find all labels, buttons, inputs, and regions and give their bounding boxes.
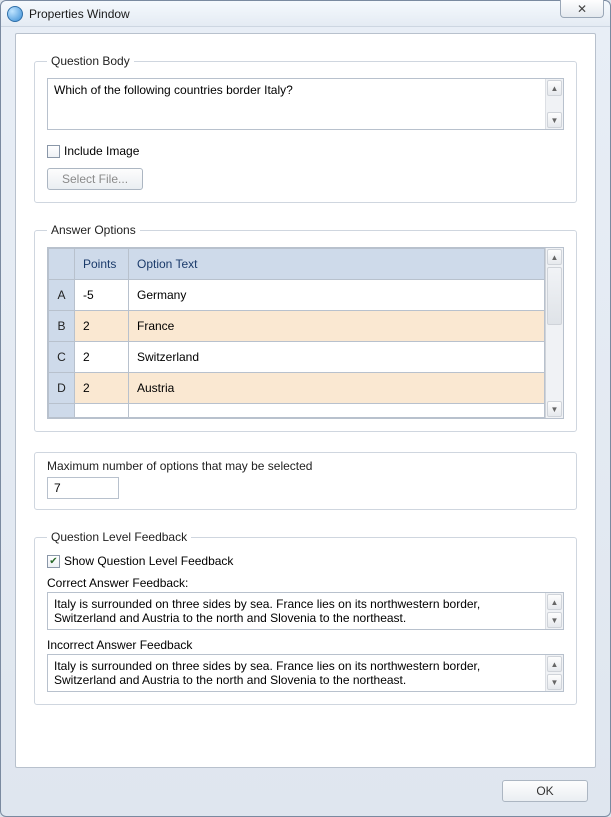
points-cell[interactable]: -5 [75, 280, 129, 311]
points-cell[interactable]: 2 [75, 373, 129, 404]
scroll-up-icon[interactable]: ▲ [547, 594, 562, 610]
table-row[interactable]: D 2 Austria [49, 373, 545, 404]
show-feedback-label: Show Question Level Feedback [64, 554, 233, 568]
footer: OK [502, 780, 588, 802]
feedback-legend: Question Level Feedback [47, 530, 191, 544]
points-cell[interactable]: 2 [75, 311, 129, 342]
scroll-thumb[interactable] [547, 267, 562, 325]
titlebar[interactable]: Properties Window ✕ [1, 1, 610, 27]
points-cell[interactable]: 2 [75, 342, 129, 373]
option-text-header[interactable]: Option Text [129, 249, 545, 280]
show-feedback-checkbox[interactable]: ✔ [47, 555, 60, 568]
answer-options-grid[interactable]: Points Option Text A -5 Germany B 2 Fran… [47, 247, 564, 419]
incorrect-feedback-textarea[interactable]: Italy is surrounded on three sides by se… [47, 654, 564, 692]
scroll-up-icon[interactable]: ▲ [547, 249, 562, 265]
max-selected-input[interactable]: 7 [47, 477, 119, 499]
scroll-down-icon[interactable]: ▼ [547, 612, 562, 628]
correct-feedback-label: Correct Answer Feedback: [47, 576, 564, 590]
include-image-checkbox[interactable] [47, 145, 60, 158]
incorrect-feedback-text[interactable]: Italy is surrounded on three sides by se… [48, 655, 545, 691]
option-text-cell[interactable]: France [129, 311, 545, 342]
answer-options-panel: Answer Options Points Option Text A [34, 223, 577, 432]
include-image-row: Include Image [47, 144, 564, 158]
correct-feedback-textarea[interactable]: Italy is surrounded on three sides by se… [47, 592, 564, 630]
question-body-text[interactable]: Which of the following countries border … [48, 79, 545, 129]
answer-options-table: Points Option Text A -5 Germany B 2 Fran… [48, 248, 545, 418]
table-row[interactable]: C 2 Switzerland [49, 342, 545, 373]
row-letter: D [49, 373, 75, 404]
window: Properties Window ✕ Question Body Which … [0, 0, 611, 817]
feedback-panel: Question Level Feedback ✔ Show Question … [34, 530, 577, 705]
question-body-legend: Question Body [47, 54, 134, 68]
scroll-up-icon[interactable]: ▲ [547, 656, 562, 672]
scroll-down-icon[interactable]: ▼ [547, 401, 562, 417]
row-letter: A [49, 280, 75, 311]
grid-scrollbar[interactable]: ▲ ▼ [545, 248, 563, 418]
question-body-textarea[interactable]: Which of the following countries border … [47, 78, 564, 130]
close-button[interactable]: ✕ [560, 0, 604, 18]
option-text-cell[interactable]: Germany [129, 280, 545, 311]
max-selected-panel: Maximum number of options that may be se… [34, 452, 577, 510]
window-title: Properties Window [29, 7, 130, 21]
table-row[interactable]: A -5 Germany [49, 280, 545, 311]
table-row-empty [49, 404, 545, 418]
points-header[interactable]: Points [75, 249, 129, 280]
table-header-row: Points Option Text [49, 249, 545, 280]
include-image-label: Include Image [64, 144, 139, 158]
correct-feedback-scrollbar[interactable]: ▲ ▼ [545, 593, 563, 629]
answer-options-legend: Answer Options [47, 223, 140, 237]
check-icon: ✔ [49, 556, 57, 567]
app-icon [7, 6, 23, 22]
max-selected-label: Maximum number of options that may be se… [47, 459, 564, 473]
client-area: Question Body Which of the following cou… [15, 33, 596, 768]
incorrect-feedback-label: Incorrect Answer Feedback [47, 638, 564, 652]
scroll-down-icon[interactable]: ▼ [547, 112, 562, 128]
option-text-cell[interactable]: Austria [129, 373, 545, 404]
question-body-panel: Question Body Which of the following cou… [34, 54, 577, 203]
select-file-button[interactable]: Select File... [47, 168, 143, 190]
scroll-track[interactable] [546, 326, 563, 400]
scroll-up-icon[interactable]: ▲ [547, 80, 562, 96]
table-row[interactable]: B 2 France [49, 311, 545, 342]
close-icon: ✕ [577, 2, 587, 16]
option-text-cell[interactable]: Switzerland [129, 342, 545, 373]
show-feedback-row: ✔ Show Question Level Feedback [47, 554, 564, 568]
ok-button[interactable]: OK [502, 780, 588, 802]
incorrect-feedback-scrollbar[interactable]: ▲ ▼ [545, 655, 563, 691]
row-letter: B [49, 311, 75, 342]
rowhead-header [49, 249, 75, 280]
row-letter: C [49, 342, 75, 373]
scroll-down-icon[interactable]: ▼ [547, 674, 562, 690]
correct-feedback-text[interactable]: Italy is surrounded on three sides by se… [48, 593, 545, 629]
question-body-scrollbar[interactable]: ▲ ▼ [545, 79, 563, 129]
